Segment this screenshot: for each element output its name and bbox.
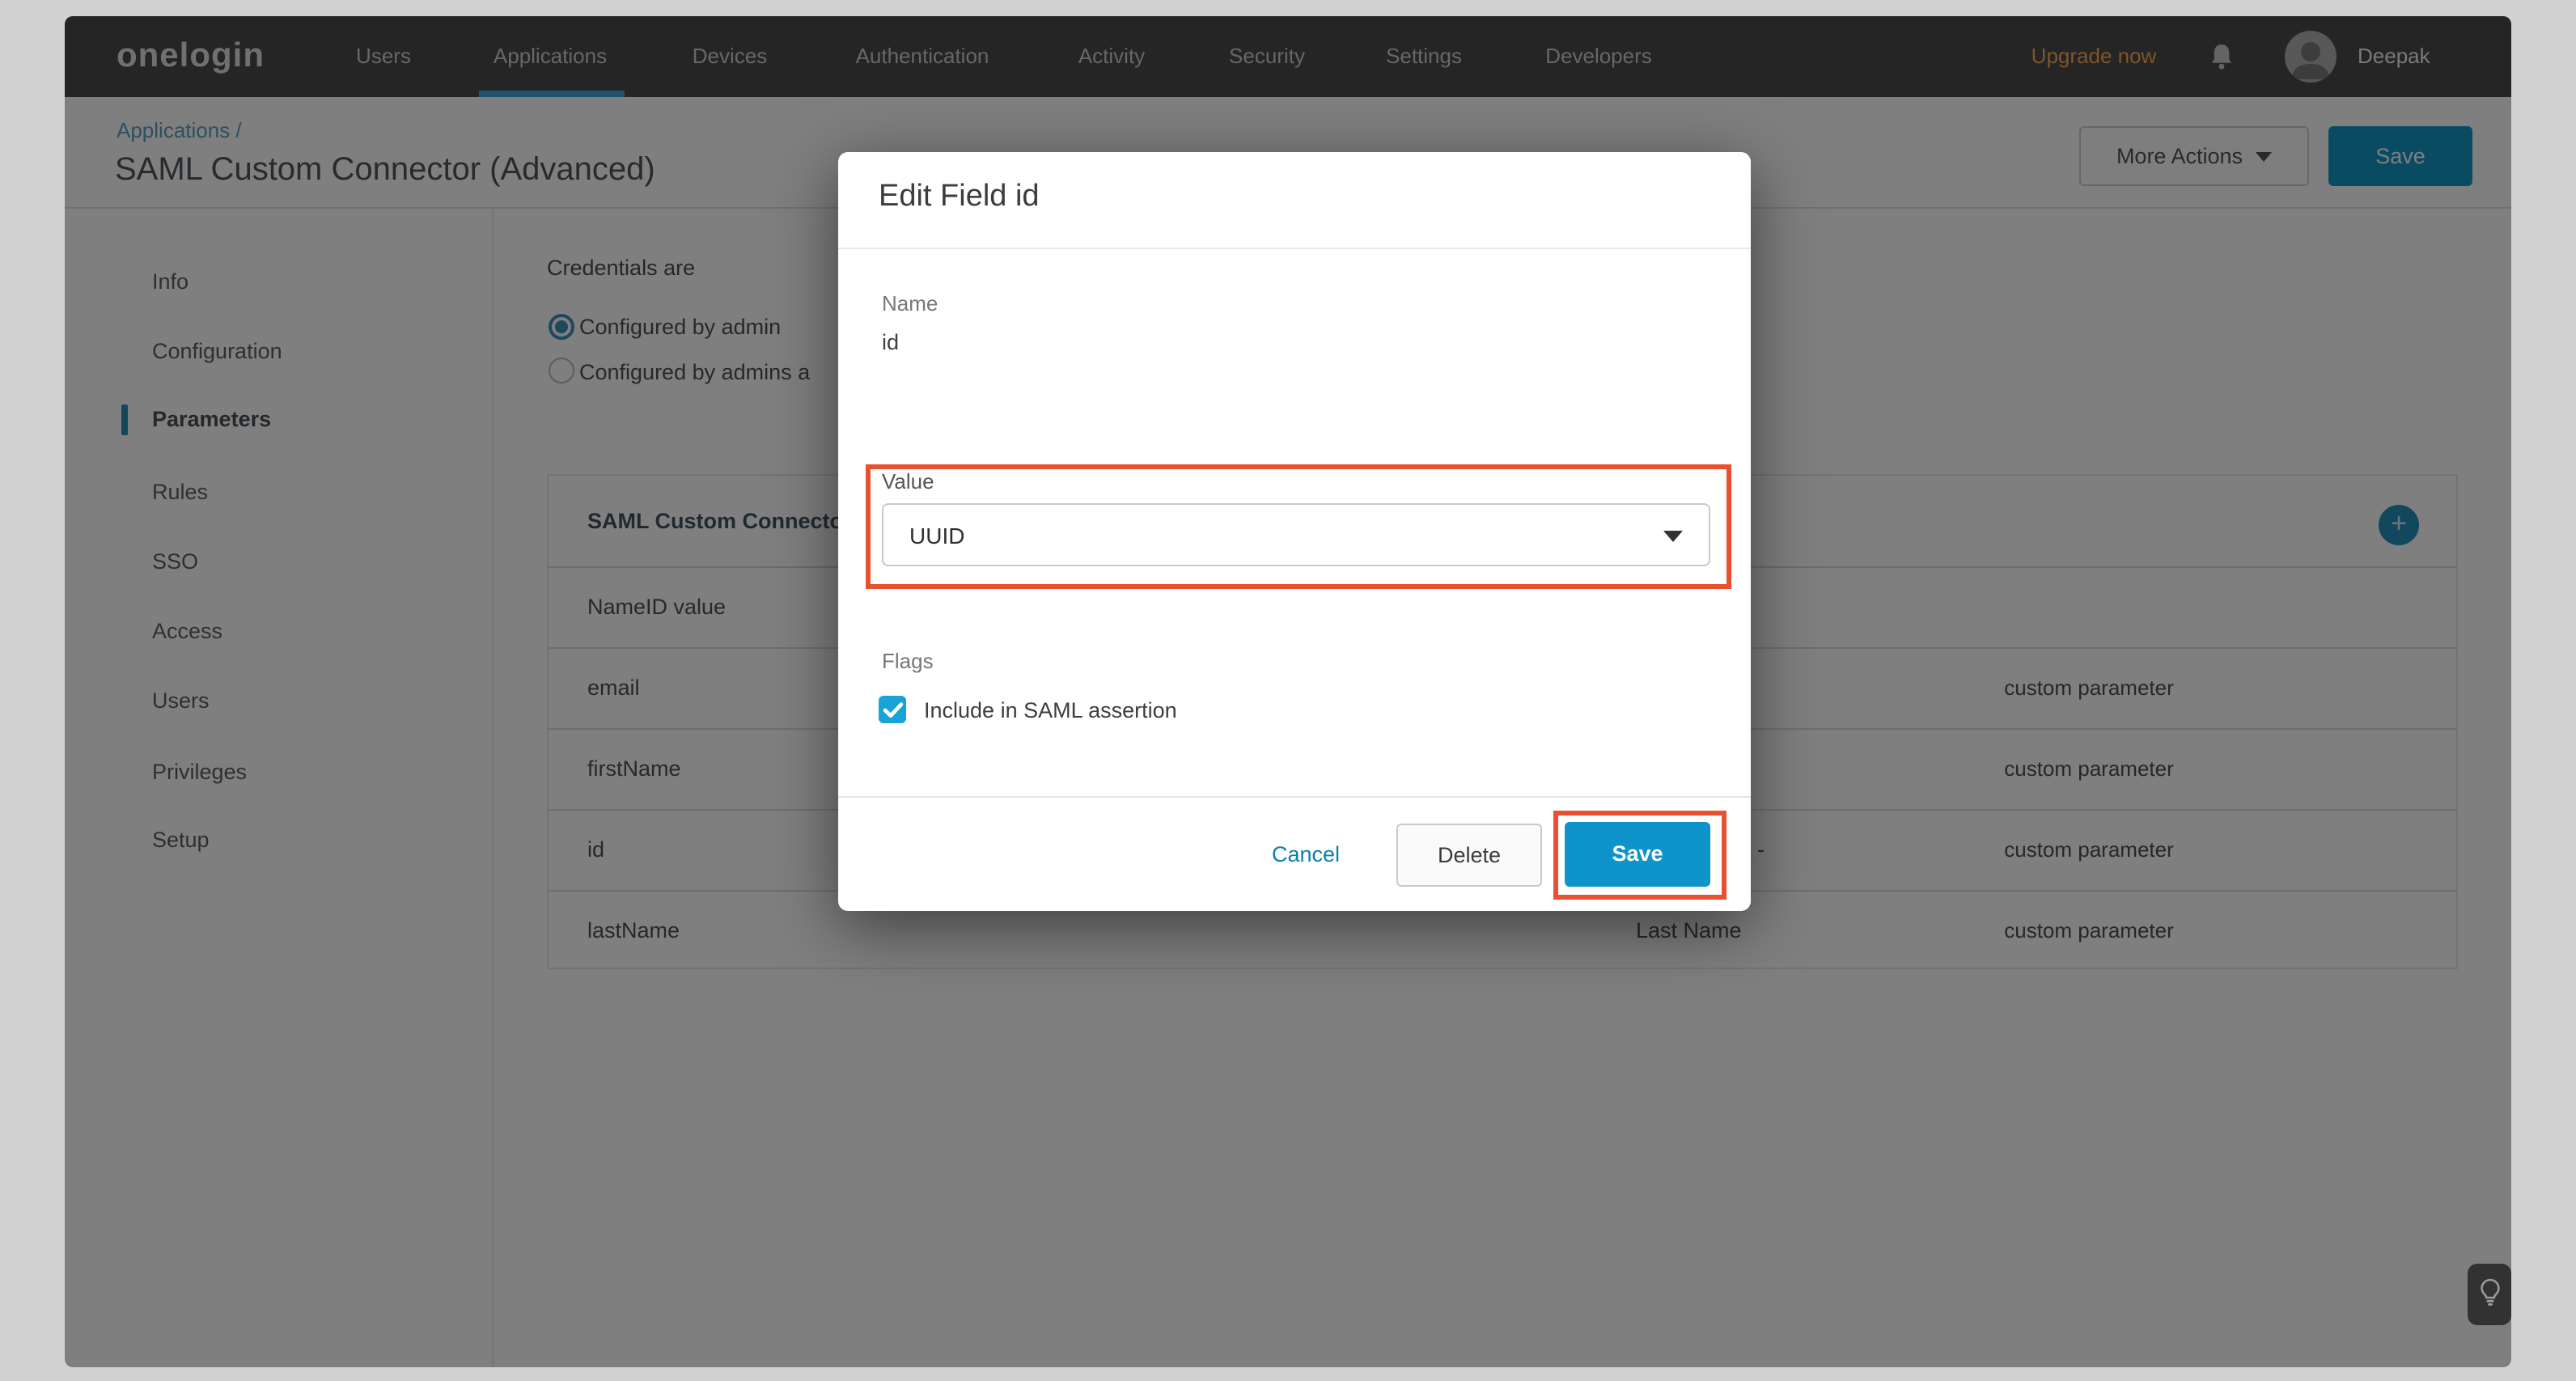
flags-label: Flags xyxy=(882,649,934,673)
modal-footer-divider xyxy=(838,796,1751,798)
app-window: onelogin Users Applications Devices Auth… xyxy=(65,16,2511,1367)
modal-title: Edit Field id xyxy=(879,180,1040,215)
delete-button[interactable]: Delete xyxy=(1396,824,1542,887)
include-saml-checkbox[interactable] xyxy=(879,696,906,723)
select-caret-icon xyxy=(1663,531,1683,542)
value-selected-option: UUID xyxy=(909,522,964,548)
modal-title-divider xyxy=(838,248,1751,249)
value-select[interactable]: UUID xyxy=(882,503,1710,566)
value-label: Value xyxy=(882,469,934,494)
edit-field-modal: Edit Field id Name id Value UUID Flags I… xyxy=(838,152,1751,911)
lightbulb-icon xyxy=(2478,1278,2501,1311)
cancel-button[interactable]: Cancel xyxy=(1272,842,1340,866)
name-value: id xyxy=(882,330,899,354)
include-saml-label: Include in SAML assertion xyxy=(924,697,1177,722)
name-label: Name xyxy=(882,291,938,316)
modal-save-button[interactable]: Save xyxy=(1565,822,1710,887)
checkmark-icon xyxy=(883,701,902,718)
help-lightbulb-button[interactable] xyxy=(2468,1264,2511,1325)
